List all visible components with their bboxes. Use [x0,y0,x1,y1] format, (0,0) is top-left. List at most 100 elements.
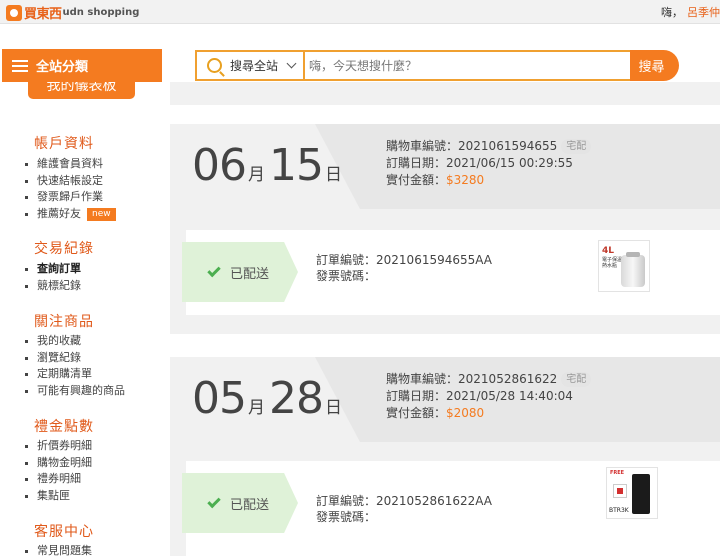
order-body: 已配送 訂單編號：2021061594655AA 發票號碼： 4L 電子保溫熱水… [182,230,720,315]
sidebar-item-faq[interactable]: 常見問題集 [25,543,92,556]
sidebar-item-subscriptions[interactable]: 定期購清單 [25,366,125,383]
logo-icon [6,4,22,21]
rewards-menu: 折價券明細 購物金明細 禮券明細 集點匣 [25,438,92,505]
product-caption: FREE [610,470,625,476]
invoice-number-label: 發票號碼： [316,510,377,524]
order-day: 28 [269,373,324,424]
order-date-display: 06 月 15 日 [192,140,346,191]
cart-number-row: 購物車編號：2021052861622 宅配 [386,371,592,388]
search-icon [207,58,222,73]
logo-text-cn: 買東西 [24,7,62,22]
order-number[interactable]: 2021061594655AA [376,253,492,267]
sidebar-item-invoice-carrier[interactable]: 發票歸戶作業 [25,189,116,206]
cart-number-row: 購物車編號：2021061594655 宅配 [386,138,592,155]
dashboard-button[interactable]: 我的儀表板 [28,82,135,99]
product-thumbnail[interactable]: 4L 電子保溫熱水瓶 [598,240,650,292]
previous-order-edge [170,82,720,105]
cart-number: 2021052861622 [458,372,558,386]
search-input[interactable] [309,55,619,76]
username-link[interactable]: 呂季仲 [687,6,720,19]
router-icon [632,474,650,514]
watchlist-menu: 我的收藏 瀏覽紀錄 定期購清單 可能有興趣的商品 [25,333,125,400]
order-month: 05 [192,373,247,424]
order-info: 訂單編號：2021061594655AA 發票號碼： [316,252,492,284]
logo-text-en: udn shopping [62,7,140,18]
order-header: 06 月 15 日 購物車編號：2021061594655 宅配 訂購日期：2021/0… [170,124,720,209]
search-scope-label: 搜尋全站 [230,59,279,73]
order-card: 06 月 15 日 購物車編號：2021061594655 宅配 訂購日期：2021/0… [170,124,720,334]
amount-row: 實付金額：$3280 [386,172,591,189]
order-month: 06 [192,140,247,191]
order-card: 05 月 28 日 購物車編號：2021052861622 宅配 訂購日期：2021/0… [170,357,720,556]
product-caption: 電子保溫熱水瓶 [602,257,623,269]
member-sidebar: 我的儀表板 帳戶資料 維護會員資料 快速結帳設定 發票歸戶作業 推薦好友 new … [0,82,168,556]
delivery-status: 已配送 [182,473,298,533]
month-unit: 月 [248,398,265,418]
product-box-icon [613,484,627,498]
water-dispenser-icon [621,252,645,287]
order-date-label: 訂購日期： [386,389,447,403]
invoice-number-label: 發票號碼： [316,269,377,283]
sidebar-item-history[interactable]: 瀏覽紀錄 [25,350,125,367]
sidebar-item-points[interactable]: 集點匣 [25,488,92,505]
chevron-down-icon [286,58,297,69]
delivery-status-text: 已配送 [230,266,270,282]
order-date-display: 05 月 28 日 [192,373,346,424]
category-menu-label: 全站分類 [36,60,89,75]
sidebar-item-favorites[interactable]: 我的收藏 [25,333,125,350]
product-label: BTR3K [609,507,629,514]
sidebar-item-coupons[interactable]: 折價券明細 [25,438,92,455]
new-badge: new [87,208,116,222]
delivery-status-text: 已配送 [230,497,270,513]
delivery-method-badge: 宅配 [561,139,592,154]
search-scope-dropdown[interactable]: 搜尋全站 [197,52,305,79]
search-button[interactable]: 搜尋 [630,50,679,81]
sidebar-item-bids[interactable]: 競標紀錄 [25,278,81,295]
paid-amount: $3280 [446,173,485,187]
order-number-row: 訂單編號：2021052861622AA [316,493,492,509]
amount-label: 實付金額： [386,406,447,420]
order-header: 05 月 28 日 購物車編號：2021052861622 宅配 訂購日期：2021/0… [170,357,720,442]
order-number-label: 訂單編號： [316,253,377,267]
month-unit: 月 [248,165,265,185]
account-menu: 維護會員資料 快速結帳設定 發票歸戶作業 推薦好友 new [25,156,116,223]
top-bar: 買東西 udn shopping 嗨， 呂季仲 [0,0,720,24]
product-thumbnail[interactable]: FREE BTR3K [606,467,658,519]
order-date: 2021/05/28 14:40:04 [446,389,573,403]
greeting-text: 嗨， [661,6,683,19]
paid-amount: $2080 [446,406,485,420]
product-label: 4L [602,246,614,256]
delivery-status: 已配送 [182,242,298,302]
sidebar-item-recommendations[interactable]: 可能有興趣的商品 [25,383,125,400]
order-number-label: 訂單編號： [316,494,377,508]
sidebar-item-shopping-credit[interactable]: 購物金明細 [25,455,92,472]
sidebar-item-gift-vouchers[interactable]: 禮券明細 [25,471,92,488]
order-date-label: 訂購日期： [386,156,447,170]
invoice-number-row: 發票號碼： [316,509,492,525]
order-meta: 購物車編號：2021061594655 宅配 訂購日期：2021/06/15 00… [386,138,592,189]
user-greeting: 嗨， 呂季仲 [661,4,720,20]
check-icon [207,263,221,278]
search-bar: 搜尋全站 [195,50,632,81]
sidebar-item-quick-checkout[interactable]: 快速結帳設定 [25,173,116,190]
order-number-row: 訂單編號：2021061594655AA [316,252,492,268]
category-menu-button[interactable]: 全站分類 [2,49,162,82]
check-icon [207,494,221,509]
site-logo[interactable]: 買東西 udn shopping [6,3,139,22]
cart-number-label: 購物車編號： [386,372,459,386]
order-number[interactable]: 2021052861622AA [376,494,492,508]
order-meta: 購物車編號：2021052861622 宅配 訂購日期：2021/05/28 14… [386,371,592,422]
hamburger-icon [12,59,28,72]
cart-number: 2021061594655 [458,139,558,153]
sidebar-item-edit-profile[interactable]: 維護會員資料 [25,156,116,173]
section-title-account: 帳戶資料 [34,136,94,152]
order-day: 15 [269,140,324,191]
order-body: 已配送 訂單編號：2021052861622AA 發票號碼： FREE BTR3… [182,461,720,556]
invoice-number-row: 發票號碼： [316,268,492,284]
cart-number-label: 購物車編號： [386,139,459,153]
sidebar-item-refer-friend[interactable]: 推薦好友 new [25,206,116,223]
day-unit: 日 [325,398,342,418]
section-title-support: 客服中心 [34,524,94,540]
sidebar-item-orders[interactable]: 查詢訂單 [25,261,81,278]
amount-row: 實付金額：$2080 [386,405,591,422]
